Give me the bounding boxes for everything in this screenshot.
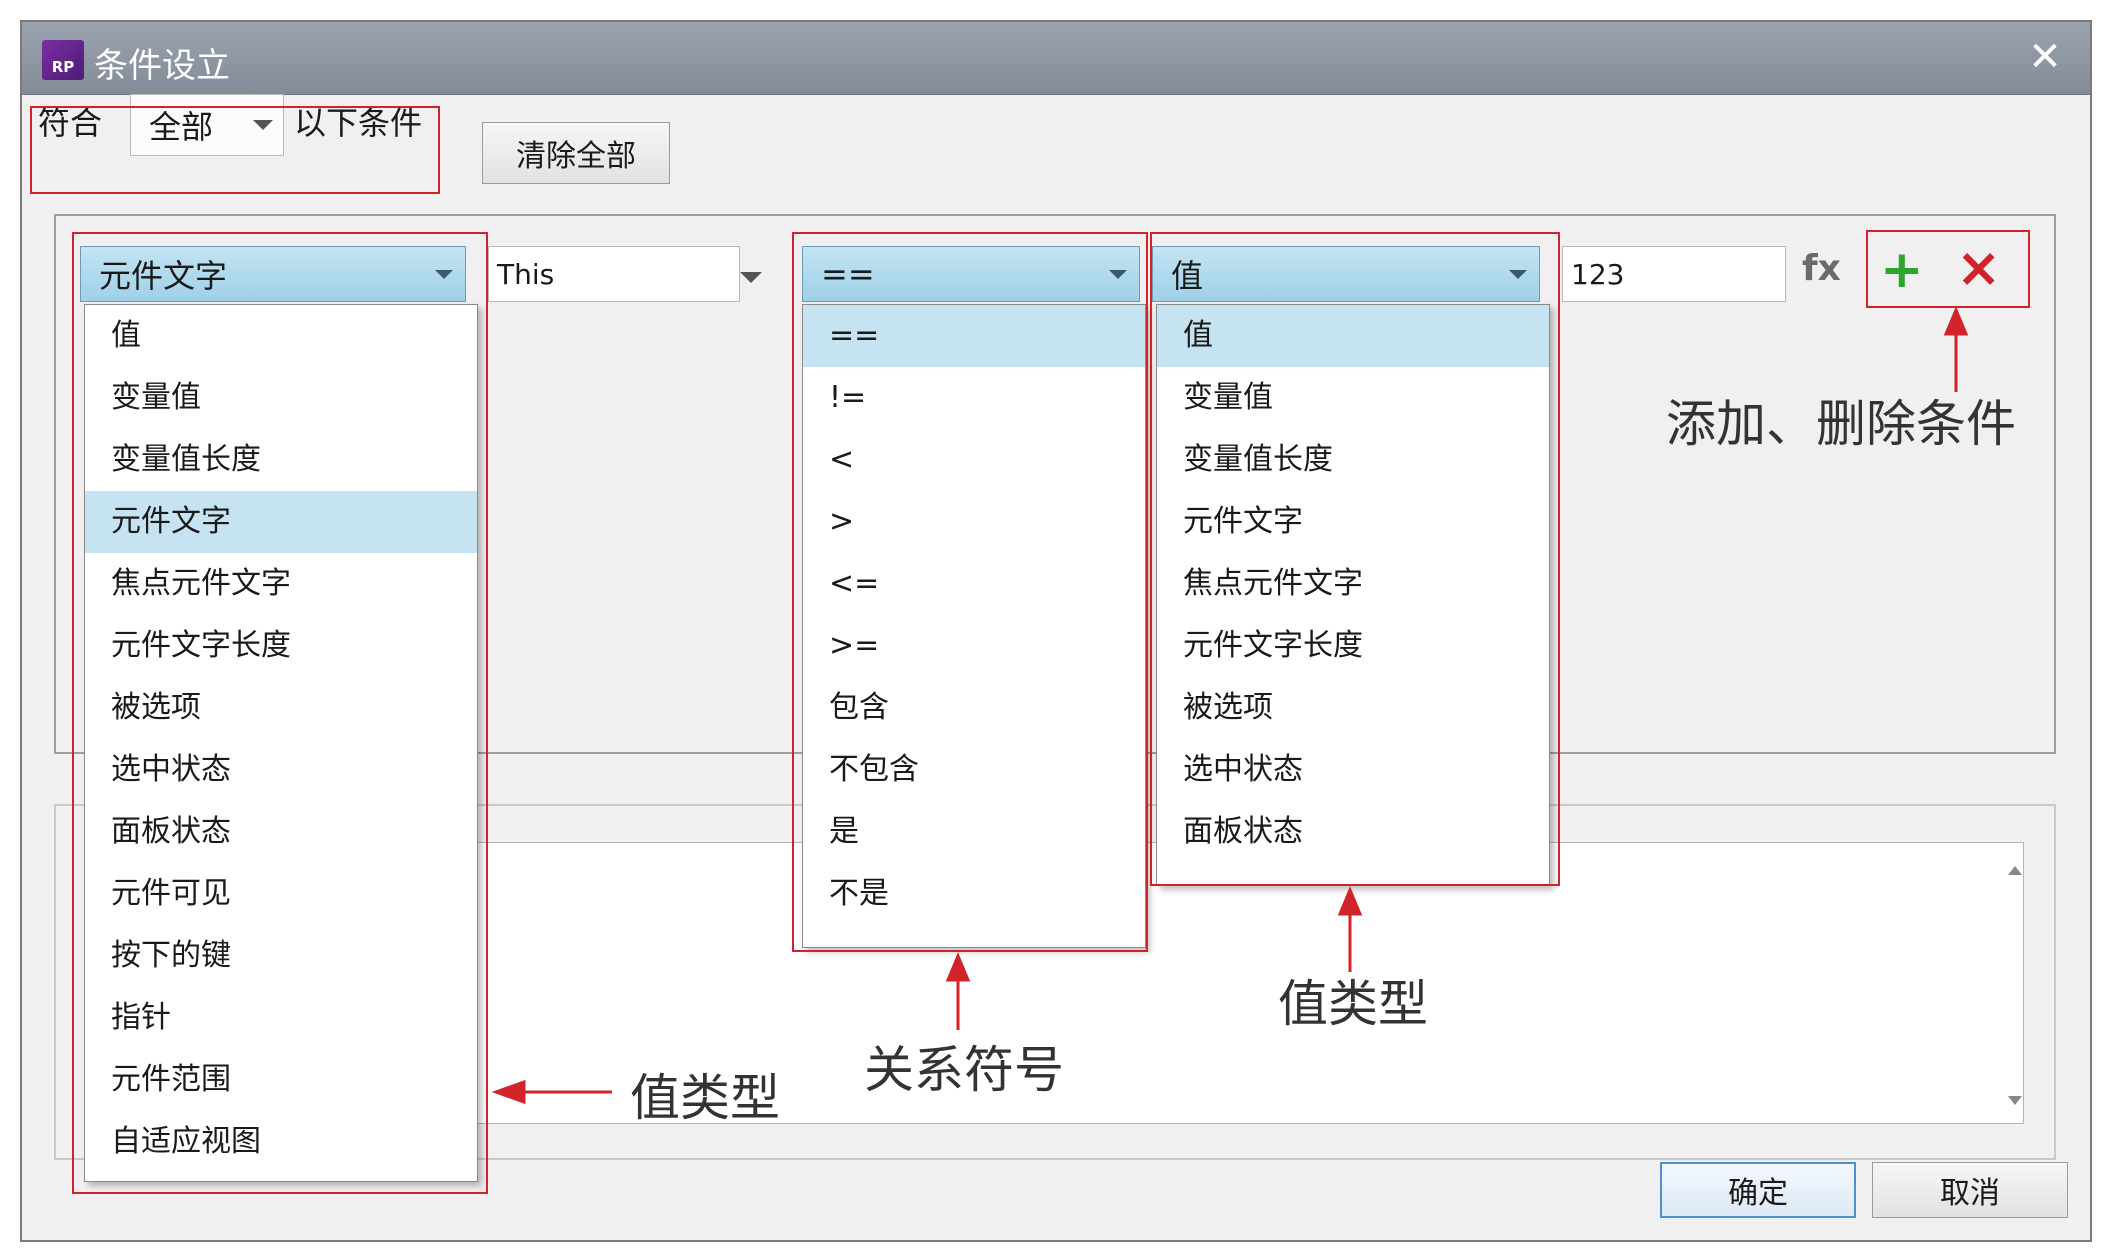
- arrow-head-left-type: [491, 1079, 526, 1105]
- arrow-head-operator: [945, 952, 971, 982]
- annotation-right-value-type: 值类型: [1278, 975, 1428, 1033]
- arrow-head-right-type: [1337, 886, 1363, 916]
- arrow-head-add-delete: [1943, 306, 1969, 336]
- annotation-relation-symbol: 关系符号: [864, 1041, 1064, 1099]
- annotation-left-value-type: 值类型: [630, 1069, 780, 1127]
- annotation-add-delete: 添加、删除条件: [1666, 395, 2016, 453]
